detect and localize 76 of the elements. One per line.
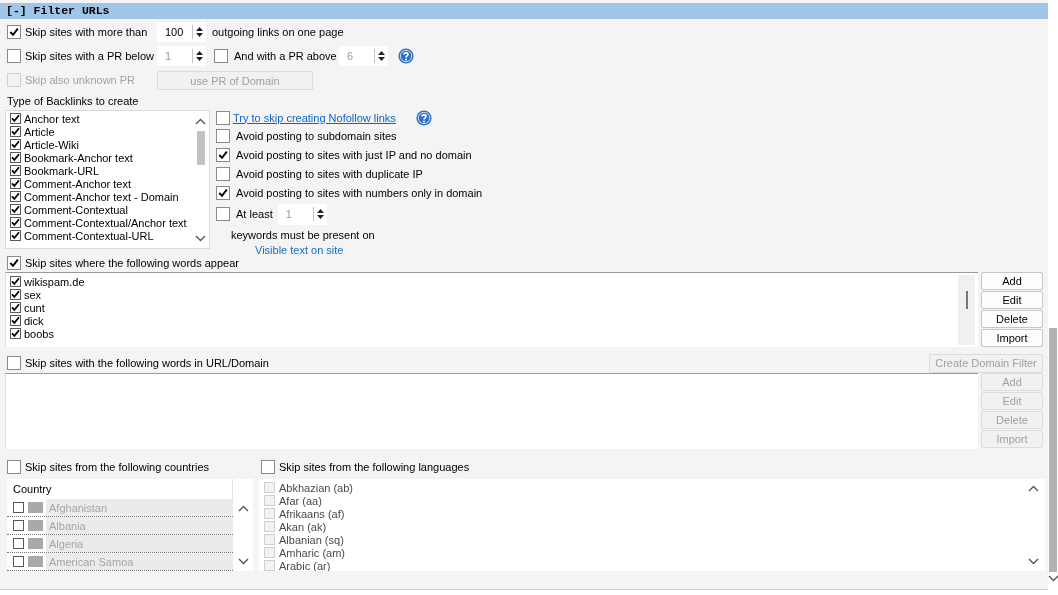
field-suffix-text: outgoing links on one page (212, 26, 344, 38)
flag-placeholder-icon (28, 538, 43, 549)
help-icon[interactable] (415, 109, 432, 126)
checkbox[interactable] (216, 147, 230, 162)
list-button[interactable]: Edit (981, 291, 1043, 309)
number-spinner[interactable]: 100 (157, 22, 206, 42)
chevron-down-icon[interactable] (195, 235, 206, 242)
checkbox-label: Avoid posting to sites with duplicate IP (236, 167, 423, 180)
flag-placeholder-icon (28, 520, 43, 531)
checkbox-label: Skip sites from the following languages (279, 461, 470, 473)
checkbox[interactable] (10, 302, 21, 313)
checkbox[interactable] (10, 178, 21, 189)
list-item[interactable]: Comment-Contextual-URL (24, 229, 154, 242)
flag-placeholder-icon (28, 556, 43, 567)
checkbox[interactable] (10, 204, 21, 215)
scrollbar-thumb[interactable] (196, 131, 205, 165)
flag-placeholder-icon (28, 502, 43, 513)
checkbox[interactable] (10, 165, 21, 176)
list-button[interactable]: Import (981, 329, 1043, 347)
spin-arrows-icon[interactable] (192, 25, 204, 39)
checkbox-label: Skip sites where the following words appear (25, 257, 239, 269)
list-button[interactable]: Delete (981, 310, 1043, 328)
group-label: Type of Backlinks to create (6, 94, 139, 109)
checkbox-label: Avoid posting to sites with numbers only in domain (236, 186, 483, 199)
list-item[interactable]: Article (24, 125, 55, 138)
checkbox[interactable] (10, 152, 21, 163)
checkbox[interactable] (10, 139, 21, 150)
checkbox[interactable] (7, 356, 21, 370)
checkbox[interactable] (7, 25, 21, 39)
list-item[interactable]: Bookmark-Anchor text (24, 151, 133, 164)
option-link[interactable]: Try to skip creating Nofollow links (233, 111, 396, 124)
hint-text: keywords must be present on (230, 228, 375, 243)
list-item[interactable]: sex (24, 288, 42, 301)
checkbox[interactable] (216, 185, 230, 200)
checkbox-label: And with a PR above (234, 50, 338, 62)
checkbox-label: Skip sites with more than (25, 26, 149, 38)
checkbox[interactable] (216, 166, 230, 181)
list-item[interactable]: wikispam.de (24, 275, 85, 288)
list-item[interactable]: Comment-Contextual (24, 203, 128, 216)
checkbox-label: Skip sites from the following countries (25, 461, 210, 473)
list-item[interactable]: Anchor text (24, 112, 80, 125)
list-item[interactable]: dick (24, 314, 44, 327)
checkbox[interactable] (216, 128, 230, 143)
checkbox-label: Skip sites with the following words in URL/Domain (25, 357, 269, 369)
checkbox-label: Avoid posting to sites with just IP and no domain (236, 148, 472, 161)
list-item[interactable]: Article-Wiki (24, 138, 79, 151)
checkbox-label: Skip also unknown PR (25, 74, 137, 86)
checkbox[interactable] (10, 126, 21, 137)
list-button[interactable]: Add (981, 272, 1043, 290)
list-item[interactable]: Comment-Anchor text (24, 177, 131, 190)
checkbox-label: Avoid posting to subdomain sites (236, 129, 397, 142)
checkbox-label: At least (236, 208, 273, 220)
section-header[interactable]: [-] Filter URLs (0, 3, 1048, 19)
list-item[interactable]: Comment-Anchor text - Domain (24, 190, 179, 203)
scrollbar-thumb[interactable] (965, 291, 968, 309)
checkbox[interactable] (10, 191, 21, 202)
checkbox[interactable] (10, 289, 21, 300)
checkbox[interactable] (10, 217, 21, 228)
checkbox[interactable] (10, 230, 21, 241)
checkbox-label: Skip sites with a PR below (25, 50, 155, 62)
scrollbar-track[interactable] (958, 275, 975, 345)
chevron-up-icon[interactable] (195, 118, 206, 125)
list-item[interactable]: cunt (24, 301, 45, 314)
checkbox[interactable] (10, 315, 21, 326)
list-item[interactable]: Bookmark-URL (24, 164, 100, 177)
backlink-type-list[interactable]: Anchor text Article Article-Wiki Bookmark-Anchor text Bookmark-URL Comment-Anchor text Comment-Anchor text - Domain Comment-Contextual Comment-Contextual/Anchor text Comment-Contextual-URL (5, 110, 210, 249)
scrollbar-thumb[interactable] (1049, 328, 1057, 572)
word-list[interactable]: wikispam.de sex cunt dick boobs (5, 272, 978, 347)
checkbox[interactable] (10, 276, 21, 287)
checkbox[interactable] (10, 113, 21, 124)
checkbox[interactable] (216, 110, 230, 125)
list-item[interactable]: Comment-Contextual/Anchor text (24, 216, 187, 229)
list-item[interactable]: boobs (24, 327, 54, 340)
checkbox[interactable] (7, 256, 21, 270)
checkbox[interactable] (10, 328, 21, 339)
chevron-down-icon[interactable] (1047, 575, 1058, 582)
